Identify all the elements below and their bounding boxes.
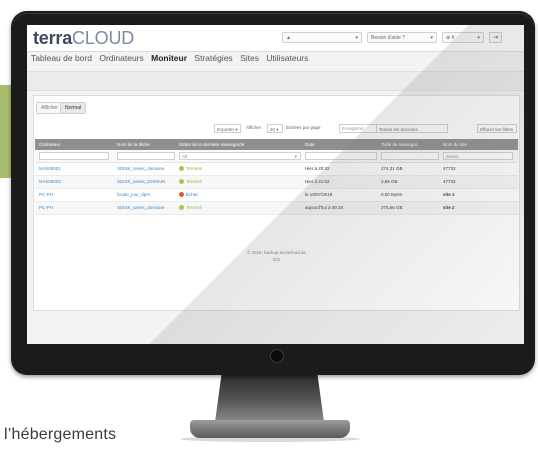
status-text: Terminé [186, 179, 203, 184]
cell-task[interactable]: SDISK_saves_DOMAIN [117, 176, 165, 188]
table-filter-row: All ▾ Select [35, 150, 518, 163]
logo-light: CLOUD [72, 28, 135, 48]
page-size-select[interactable]: 20 ▾ [267, 124, 283, 133]
help-label: Besoin d'aide ? [371, 35, 406, 41]
cell-date: le 19/07/2019 [305, 192, 333, 197]
cell-status: Terminé [179, 176, 202, 188]
tab-show[interactable]: Afficher [36, 102, 63, 114]
language-dropdown[interactable]: ⊕ fr ▾ [442, 32, 484, 43]
error-icon [179, 192, 184, 197]
tab-normal[interactable]: Normal [60, 102, 87, 114]
filter-task[interactable] [117, 152, 175, 160]
monitor-stand-base [190, 420, 350, 438]
success-icon [179, 205, 184, 210]
monitor-stand-neck [215, 374, 324, 422]
nav-item-dashboard[interactable]: Tableau de bord [31, 53, 92, 63]
cell-computer[interactable]: PC-PH [39, 202, 53, 214]
all-columns-select[interactable]: Toutes les données [376, 124, 448, 133]
nav-item-strategies[interactable]: Stratégies [194, 53, 232, 63]
show-label: Afficher [246, 125, 262, 130]
table-row[interactable]: NAS00003 SDISK_saves_DOMAIN Terminé Hier… [35, 176, 518, 189]
chevron-down-icon: ▾ [294, 154, 297, 159]
success-icon [179, 166, 184, 171]
cell-site: site 2 [443, 205, 455, 210]
clear-filters-button[interactable]: Effacer les filtres [477, 124, 517, 133]
backup-table: Ordinateur Nom de la tâche Statut de la … [35, 139, 518, 215]
col-date[interactable]: Date [305, 139, 315, 150]
cell-date: Hier à 20:42 [305, 166, 330, 171]
success-icon [179, 179, 184, 184]
table-row[interactable]: PC-PH SDISK_saves_domaine Terminé aujour… [35, 202, 518, 215]
cell-site: site 1 [443, 192, 455, 197]
cell-task[interactable]: SDISK_saves_domaine [117, 202, 165, 214]
chevron-down-icon: ▾ [477, 35, 480, 41]
language-label: ⊕ fr [446, 35, 455, 41]
cell-status: Échec [179, 189, 199, 201]
status-text: Terminé [186, 166, 203, 171]
cell-size: 375,66 GB [381, 205, 403, 210]
footer-copyright: © 2018, backup.terracloud.de [246, 250, 307, 255]
cell-size: 274,31 GB [381, 166, 403, 171]
export-button[interactable]: Exporter ▾ [214, 124, 241, 133]
cell-task[interactable]: SDISK_saves_domaine [117, 163, 165, 175]
footer-version: 001 [272, 257, 281, 262]
nav-item-users[interactable]: Utilisateurs [266, 53, 308, 63]
table-row[interactable]: NAS00001 SDISK_saves_domaine Terminé Hie… [35, 163, 518, 176]
cell-status: Terminé [179, 163, 202, 175]
cell-computer[interactable]: PC-PH [39, 189, 53, 201]
chevron-down-icon: ▾ [355, 35, 358, 41]
clear-filters-label: Effacer les filtres [480, 127, 514, 132]
app-topbar: terraCLOUD ▲ ▾ Besoin d'aide ? ▾ ⊕ fr ▾ ⇥ [27, 25, 524, 52]
cell-size: 0,00 Bytes [381, 192, 403, 197]
status-filter-value: All [182, 154, 188, 159]
chevron-down-icon: ▾ [430, 35, 433, 41]
site-filter-value: Select [446, 154, 459, 159]
cell-computer[interactable]: NAS00001 [39, 163, 61, 175]
cell-size: 2,66 GB [381, 179, 398, 184]
cell-computer[interactable]: NAS00003 [39, 176, 61, 188]
col-computer[interactable]: Ordinateur [39, 139, 60, 150]
terracloud-logo[interactable]: terraCLOUD [33, 28, 134, 49]
cell-date: aujourd'hui à 00:34 [305, 205, 344, 210]
user-menu-dropdown[interactable]: ▲ ▾ [282, 32, 362, 43]
user-icon: ▲ [286, 35, 291, 41]
nav-item-sites[interactable]: Sites [240, 53, 259, 63]
col-site-name[interactable]: Nom du site [443, 139, 467, 150]
all-columns-label: Toutes les données [379, 127, 418, 132]
cell-status: Terminé [179, 202, 202, 214]
col-last-backup-status[interactable]: Statut de la dernière sauvegarde [179, 139, 244, 150]
status-text: Terminé [186, 205, 203, 210]
logout-icon[interactable]: ⇥ [489, 32, 502, 43]
cell-site: 47733 [443, 179, 456, 184]
monitor-screen: terraCLOUD ▲ ▾ Besoin d'aide ? ▾ ⊕ fr ▾ ⇥ T… [27, 25, 524, 344]
monitor-panel: Afficher Normal Exporter ▾ Afficher 20 ▾… [33, 95, 520, 311]
col-task-name[interactable]: Nom de la tâche [117, 139, 150, 150]
main-nav: Tableau de bord Ordinateurs Moniteur Str… [31, 53, 313, 67]
cell-task[interactable]: locale_jour_dpm [117, 189, 150, 201]
caption-text: l’hébergements [4, 426, 117, 443]
nav-item-computers[interactable]: Ordinateurs [99, 53, 143, 63]
filter-date[interactable] [305, 152, 377, 160]
nav-item-monitor[interactable]: Moniteur [151, 53, 187, 63]
per-page-label: Entrées par page [286, 125, 321, 130]
cell-site: 47733 [443, 166, 456, 171]
filter-size[interactable] [381, 152, 439, 160]
power-button-icon [270, 349, 284, 363]
filter-placeholder: Enregistrer [342, 126, 365, 131]
cell-date: Hier à 21:02 [305, 179, 330, 184]
col-backup-size[interactable]: Taille de sauvegar... [381, 139, 421, 150]
page-size-value: 20 [270, 127, 276, 132]
help-dropdown[interactable]: Besoin d'aide ? ▾ [367, 32, 437, 43]
page-footer: © 2018, backup.terracloud.de 001 [34, 249, 519, 263]
sub-header-bar [27, 71, 524, 91]
filter-computer[interactable] [39, 152, 109, 160]
table-row[interactable]: PC-PH locale_jour_dpm Échec le 19/07/201… [35, 189, 518, 202]
export-label: Exporter [217, 127, 235, 132]
filter-status[interactable]: All ▾ [179, 152, 301, 160]
filter-site[interactable]: Select [443, 152, 513, 160]
status-text: Échec [186, 192, 199, 197]
table-header: Ordinateur Nom de la tâche Statut de la … [35, 139, 518, 150]
logo-bold: terra [33, 28, 73, 48]
